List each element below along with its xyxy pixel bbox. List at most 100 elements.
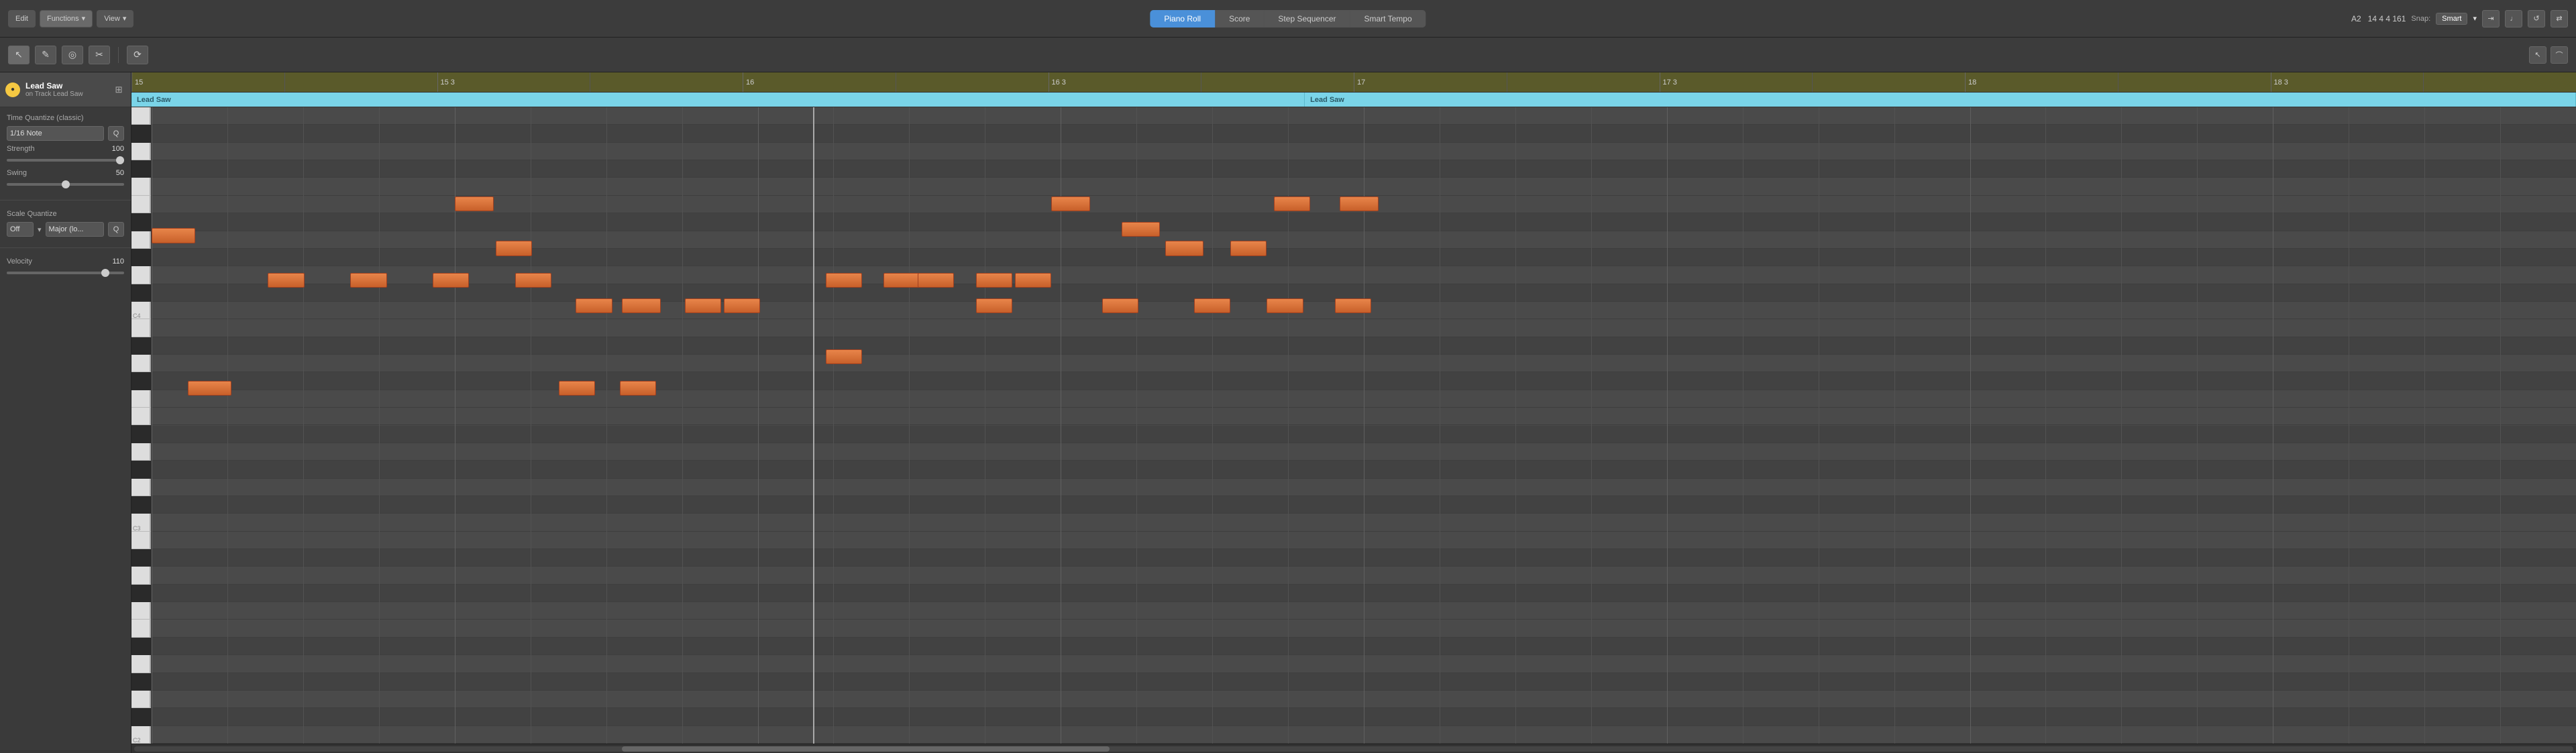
note-11[interactable] [724, 298, 760, 313]
track-expand-btn[interactable]: ⊞ [112, 83, 125, 97]
note-30[interactable] [1340, 196, 1379, 211]
ruler-minor-tick-0 [284, 72, 288, 92]
piano-key-2[interactable] [131, 143, 151, 160]
note-6[interactable] [496, 241, 532, 255]
note-22[interactable] [1122, 222, 1161, 237]
v-line-8 [758, 107, 759, 744]
note-21[interactable] [1051, 196, 1090, 211]
piano-key-29[interactable] [131, 620, 151, 637]
piano-key-0[interactable] [131, 107, 151, 125]
piano-key-32[interactable] [131, 673, 145, 691]
note-13[interactable] [620, 381, 656, 396]
ruler: 1515 31616 31717 31818 3 [131, 72, 2576, 93]
note-17[interactable] [976, 273, 1012, 288]
note-20[interactable] [826, 349, 862, 364]
metronome-btn[interactable]: ♩ [2505, 10, 2522, 27]
piano-key-17[interactable] [131, 408, 151, 425]
piano-key-24[interactable] [131, 532, 151, 549]
curve-icon-btn[interactable]: ⌒ [2551, 46, 2568, 64]
functions-button[interactable]: Functions ▾ [40, 10, 93, 27]
tab-score[interactable]: Score [1215, 10, 1264, 27]
scrollbar-thumb[interactable] [622, 746, 1110, 752]
loop-tool[interactable]: ⟳ [127, 46, 148, 64]
piano-key-12[interactable] [131, 319, 151, 337]
note-9[interactable] [622, 298, 661, 313]
piano-key-33[interactable] [131, 691, 151, 708]
piano-key-31[interactable] [131, 655, 151, 673]
cycle-btn[interactable]: ↺ [2528, 10, 2545, 27]
piano-key-7[interactable] [131, 231, 151, 249]
note-25[interactable] [1274, 196, 1310, 211]
piano-key-1[interactable] [131, 125, 145, 142]
note-26[interactable] [1102, 298, 1138, 313]
piano-key-14[interactable] [131, 355, 151, 372]
piano-key-6[interactable] [131, 213, 145, 231]
note-15[interactable] [883, 273, 920, 288]
piano-key-30[interactable] [131, 638, 145, 655]
piano-key-3[interactable] [131, 160, 145, 178]
piano-key-34[interactable] [131, 708, 145, 726]
note-7[interactable] [455, 196, 494, 211]
note-2[interactable] [268, 273, 304, 288]
piano-key-26[interactable] [131, 567, 151, 584]
scissors-tool[interactable]: ✂ [89, 46, 110, 64]
note-18[interactable] [1015, 273, 1051, 288]
quantize-q-btn[interactable]: Q [108, 126, 124, 141]
scale-type-select[interactable]: Major (lo... [46, 222, 104, 237]
scrollbar-track[interactable] [134, 746, 2573, 752]
view-button[interactable]: View ▾ [97, 10, 133, 27]
note-16[interactable] [918, 273, 954, 288]
note-5[interactable] [515, 273, 551, 288]
piano-key-5[interactable] [131, 196, 151, 213]
cursor-icon-btn[interactable]: ↖ [2529, 46, 2546, 64]
note-19[interactable] [976, 298, 1012, 313]
note-0[interactable] [152, 228, 195, 243]
note-3[interactable] [350, 273, 386, 288]
tab-smart-tempo[interactable]: Smart Tempo [1350, 10, 1426, 27]
piano-key-20[interactable] [131, 461, 145, 478]
piano-key-25[interactable] [131, 549, 145, 567]
note-12[interactable] [559, 381, 595, 396]
note-10[interactable] [685, 298, 721, 313]
pointer-tool[interactable]: ↖ [8, 46, 30, 64]
note-14[interactable] [826, 273, 862, 288]
piano-key-19[interactable] [131, 443, 151, 461]
note-27[interactable] [1194, 298, 1230, 313]
piano-key-27[interactable] [131, 585, 145, 602]
tab-step-sequencer[interactable]: Step Sequencer [1264, 10, 1350, 27]
piano-key-4[interactable] [131, 178, 151, 195]
scale-q-btn[interactable]: Q [108, 222, 124, 237]
note-8[interactable] [576, 298, 612, 313]
tab-piano-roll[interactable]: Piano Roll [1150, 10, 1215, 27]
note-24[interactable] [1230, 241, 1267, 255]
piano-key-28[interactable] [131, 602, 151, 620]
piano-key-22[interactable] [131, 496, 145, 514]
note-23[interactable] [1165, 241, 1204, 255]
note-value-select[interactable]: 1/16 Note [7, 126, 104, 141]
piano-key-18[interactable] [131, 426, 145, 443]
strength-label: Strength [7, 145, 35, 153]
piano-key-15[interactable] [131, 372, 145, 390]
piano-key-16[interactable] [131, 390, 151, 408]
eraser-tool[interactable]: ◎ [62, 46, 83, 64]
velocity-slider[interactable] [7, 272, 124, 274]
v-line-23 [1894, 107, 1895, 744]
note-4[interactable] [433, 273, 469, 288]
note-1[interactable] [188, 381, 231, 396]
strength-slider[interactable] [7, 159, 124, 162]
piano-key-9[interactable] [131, 266, 151, 284]
swing-slider[interactable] [7, 183, 124, 186]
snap-value[interactable]: Smart [2436, 13, 2467, 25]
piano-key-8[interactable] [131, 249, 145, 266]
note-29[interactable] [1335, 298, 1371, 313]
link-btn[interactable]: ⇄ [2551, 10, 2568, 27]
piano-key-13[interactable] [131, 337, 145, 355]
piano-key-10[interactable] [131, 284, 145, 302]
edit-button[interactable]: Edit [8, 10, 36, 27]
pencil-tool[interactable]: ✎ [35, 46, 56, 64]
midi-in-btn[interactable]: ⇥ [2482, 10, 2500, 27]
piano-key-21[interactable] [131, 479, 151, 496]
grid-container[interactable] [152, 107, 2576, 744]
note-28[interactable] [1267, 298, 1303, 313]
scale-off-select[interactable]: Off [7, 222, 34, 237]
